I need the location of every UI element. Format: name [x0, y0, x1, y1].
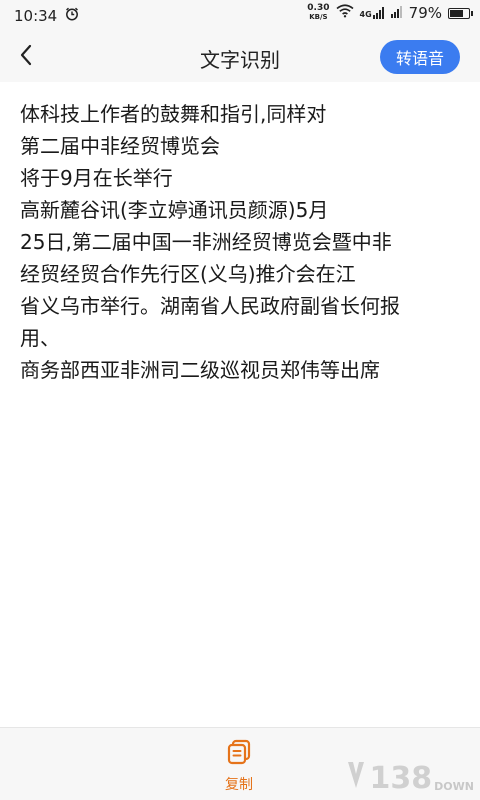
cell-signal-icon-1: 4G	[360, 7, 385, 19]
recognized-text[interactable]: 体科技上作者的鼓舞和指引,同样对 第二届中非经贸博览会 将于9月在长举行 高新麓…	[20, 98, 460, 386]
text-line: 用、	[20, 326, 60, 350]
copy-label: 复制	[225, 777, 253, 793]
text-line: 省义乌市举行。湖南省人民政府副省长何报	[20, 294, 400, 318]
battery-icon	[448, 7, 473, 19]
wifi-icon	[336, 4, 354, 22]
watermark: 138 DOWN	[346, 760, 474, 794]
watermark-text: DOWN	[434, 780, 474, 793]
text-line: 经贸经贸合作先行区(义乌)推介会在江	[20, 262, 356, 286]
net-speed-unit: KB/S	[309, 13, 328, 21]
text-line: 25日,第二届中国一非洲经贸博览会暨中非	[20, 230, 392, 254]
network-type-label: 4G	[359, 10, 372, 19]
status-bar: 10:34 0.30 KB/S 4G 79%	[0, 0, 480, 32]
status-left: 10:34	[14, 7, 79, 25]
cell-signal-icon-2	[390, 4, 403, 22]
alarm-icon	[65, 7, 79, 25]
watermark-logo-icon	[346, 760, 366, 794]
text-line: 第二届中非经贸博览会	[20, 134, 220, 158]
bottom-bar: 复制 138 DOWN	[0, 727, 480, 800]
text-line: 将于9月在长举行	[20, 166, 173, 190]
copy-icon	[225, 738, 253, 770]
text-line: 高新麓谷讯(李立婷通讯员颜源)5月	[20, 198, 329, 222]
battery-percent: 79%	[408, 4, 442, 22]
header: 文字识别 转语音	[0, 32, 480, 82]
status-right: 0.30 KB/S 4G 79%	[307, 4, 473, 22]
net-speed-value: 0.30	[307, 3, 330, 13]
net-speed: 0.30 KB/S	[307, 4, 329, 22]
text-to-speech-button[interactable]: 转语音	[380, 40, 460, 74]
text-line: 体科技上作者的鼓舞和指引,同样对	[20, 102, 327, 126]
battery-level	[450, 9, 464, 17]
copy-button[interactable]: 复制	[206, 738, 272, 794]
watermark-number: 138	[369, 761, 433, 796]
text-line: 商务部西亚非洲司二级巡视员郑伟等出席	[20, 358, 380, 382]
status-time: 10:34	[14, 7, 58, 25]
